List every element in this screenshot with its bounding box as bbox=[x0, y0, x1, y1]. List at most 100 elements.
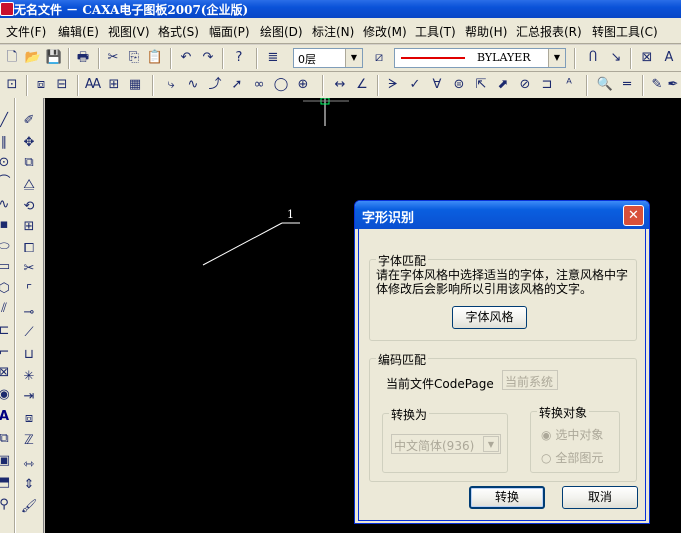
line-icon[interactable]: ╱ bbox=[0, 112, 13, 130]
angle-dimension-icon[interactable]: ∠ bbox=[353, 76, 371, 94]
fill-icon[interactable]: ◉ bbox=[0, 386, 13, 404]
radio-selected-objects[interactable]: ◉ 选中对象 bbox=[541, 426, 603, 443]
line-style-icon[interactable]: ⤷ bbox=[162, 76, 180, 94]
center-mark-icon[interactable]: ⊘ bbox=[516, 76, 534, 94]
hatch-icon[interactable]: ▦ bbox=[126, 76, 144, 94]
new-file-icon[interactable]: 🗋 bbox=[3, 49, 21, 67]
parallel-line-icon[interactable]: ∥ bbox=[0, 134, 13, 152]
hatch-tool-icon[interactable]: ⊠ bbox=[0, 364, 13, 382]
copy-tool-icon[interactable]: ⧉ bbox=[20, 154, 38, 172]
property-icon[interactable]: ⊠ bbox=[638, 49, 656, 67]
join-icon[interactable]: ⇕ bbox=[20, 476, 38, 494]
pointer-icon[interactable]: ↘ bbox=[607, 49, 625, 67]
eraser-icon[interactable]: ✐ bbox=[20, 112, 38, 130]
dimension-icon[interactable]: ↔ bbox=[331, 76, 349, 94]
circle-center-icon[interactable]: ⊙ bbox=[0, 154, 13, 172]
point-icon[interactable]: ▪ bbox=[0, 216, 13, 234]
dialog-title-bar[interactable]: 字形识别 ✕ bbox=[355, 201, 649, 229]
view-all-icon[interactable]: ⧈ bbox=[32, 76, 50, 94]
chevron-down-icon[interactable]: ▼ bbox=[548, 49, 565, 67]
menu-draw[interactable]: 绘图(D) bbox=[260, 23, 303, 40]
encoding-select[interactable]: 中文简体(936) ▼ bbox=[391, 434, 501, 454]
extend-icon[interactable]: ⊸ bbox=[20, 304, 38, 322]
text-icon[interactable]: A bbox=[660, 49, 678, 67]
open-folder-icon[interactable]: 📂 bbox=[24, 49, 42, 67]
copy-icon[interactable]: ⎘ bbox=[125, 49, 143, 67]
point-cross-icon[interactable]: ⊕ bbox=[294, 76, 312, 94]
spline-tool-icon[interactable]: ∿ bbox=[0, 196, 13, 214]
chain-icon[interactable]: ∞ bbox=[250, 76, 268, 94]
menu-tools[interactable]: 工具(T) bbox=[415, 23, 456, 40]
layer-select[interactable]: 0层 ▼ bbox=[293, 48, 363, 68]
font-style-button[interactable]: 字体风格 bbox=[452, 306, 527, 329]
property-brush-icon[interactable]: 🖌 bbox=[20, 498, 38, 516]
convert-button[interactable]: 转换 bbox=[469, 486, 545, 509]
menu-format[interactable]: 格式(S) bbox=[158, 23, 199, 40]
table-icon[interactable]: ⊞ bbox=[105, 76, 123, 94]
close-icon[interactable]: ✕ bbox=[623, 205, 644, 226]
leader-icon[interactable]: ⇱ bbox=[472, 76, 490, 94]
explode-icon[interactable]: ✳ bbox=[20, 368, 38, 386]
offset-icon[interactable]: ⧈ bbox=[20, 410, 38, 428]
menu-edit[interactable]: 编辑(E) bbox=[58, 23, 99, 40]
paste-icon[interactable]: 📋 bbox=[146, 49, 164, 67]
undo-icon[interactable]: ↶ bbox=[177, 49, 195, 67]
arc-tool-icon[interactable]: ⌒ bbox=[0, 174, 13, 192]
lengthen-icon[interactable]: ⇿ bbox=[20, 456, 38, 474]
stretch-icon[interactable]: ⊔ bbox=[20, 346, 38, 364]
datum-icon[interactable]: ∀ bbox=[428, 76, 446, 94]
section-icon[interactable]: ⊐ bbox=[538, 76, 556, 94]
help-icon[interactable]: ? bbox=[230, 49, 248, 67]
menu-file[interactable]: 文件(F) bbox=[6, 23, 46, 40]
isoline-icon[interactable]: ⊏ bbox=[0, 322, 13, 340]
pen-icon[interactable]: ✒ bbox=[664, 76, 681, 94]
align-icon[interactable]: ⇥ bbox=[20, 388, 38, 406]
break-icon[interactable]: ⟋ bbox=[20, 324, 38, 342]
menu-view[interactable]: 视图(V) bbox=[108, 23, 150, 40]
block-icon[interactable]: ⧉ bbox=[0, 430, 13, 448]
text-tool-icon[interactable]: A bbox=[0, 408, 13, 426]
layer-icon[interactable]: ≣ bbox=[264, 49, 282, 67]
print-icon[interactable]: 🖶 bbox=[74, 49, 92, 67]
tolerance-icon[interactable]: ⊜ bbox=[450, 76, 468, 94]
text-label-icon[interactable]: ᴬ bbox=[560, 76, 578, 94]
menu-help[interactable]: 帮助(H) bbox=[465, 23, 507, 40]
save-icon[interactable]: 💾 bbox=[45, 49, 63, 67]
zoom-icon[interactable]: 🔍 bbox=[596, 76, 614, 94]
cancel-button[interactable]: 取消 bbox=[562, 486, 638, 509]
library-icon[interactable]: ⬒ bbox=[0, 474, 13, 492]
bold-symbol-icon[interactable]: Ⴖ bbox=[584, 49, 602, 67]
chevron-down-icon[interactable]: ▼ bbox=[345, 49, 362, 67]
menu-modify[interactable]: 修改(M) bbox=[363, 23, 407, 40]
array-icon[interactable]: ⊞ bbox=[20, 218, 38, 236]
grid-icon[interactable]: ⊡ bbox=[3, 76, 21, 94]
weld-symbol-icon[interactable]: ᗒ bbox=[384, 76, 402, 94]
circle-icon[interactable]: ◯ bbox=[272, 76, 290, 94]
move-icon[interactable]: ✥ bbox=[20, 134, 38, 152]
rectangle-icon[interactable]: ▭ bbox=[0, 258, 13, 276]
brush-tool-icon[interactable]: ⚲ bbox=[0, 496, 13, 514]
balloon-icon[interactable]: ⬈ bbox=[494, 76, 512, 94]
arrow-icon[interactable]: ➚ bbox=[228, 76, 246, 94]
chevron-down-icon[interactable]: ▼ bbox=[483, 436, 499, 452]
chamfer-icon[interactable]: ℤ bbox=[20, 432, 38, 450]
menu-report[interactable]: 汇总报表(R) bbox=[516, 23, 582, 40]
menu-sheet[interactable]: 幅面(P) bbox=[209, 23, 250, 40]
trim-icon[interactable]: ✂ bbox=[20, 260, 38, 278]
arc-icon[interactable]: ⤴ bbox=[206, 76, 224, 94]
fillet-icon[interactable]: ⌜ bbox=[20, 282, 38, 300]
redo-icon[interactable]: ↷ bbox=[199, 49, 217, 67]
linetype-select[interactable]: BYLAYER ▼ bbox=[394, 48, 566, 68]
spline-icon[interactable]: ∿ bbox=[184, 76, 202, 94]
polygon-icon[interactable]: ⬡ bbox=[0, 280, 13, 298]
menu-convert-tools[interactable]: 转图工具(C) bbox=[592, 23, 658, 40]
text-style-icon[interactable]: Ꜳ bbox=[84, 76, 102, 94]
view-window-icon[interactable]: ⊟ bbox=[53, 76, 71, 94]
roughness-icon[interactable]: ✓ bbox=[406, 76, 424, 94]
rotate-icon[interactable]: ⟲ bbox=[20, 198, 38, 216]
measure-icon[interactable]: ═ bbox=[618, 76, 636, 94]
menu-dimension[interactable]: 标注(N) bbox=[312, 23, 354, 40]
ellipse-icon[interactable]: ⬭ bbox=[0, 238, 13, 256]
linetype-icon[interactable]: ⧄ bbox=[370, 49, 388, 67]
centerline-icon[interactable]: ⫽ bbox=[0, 300, 13, 318]
